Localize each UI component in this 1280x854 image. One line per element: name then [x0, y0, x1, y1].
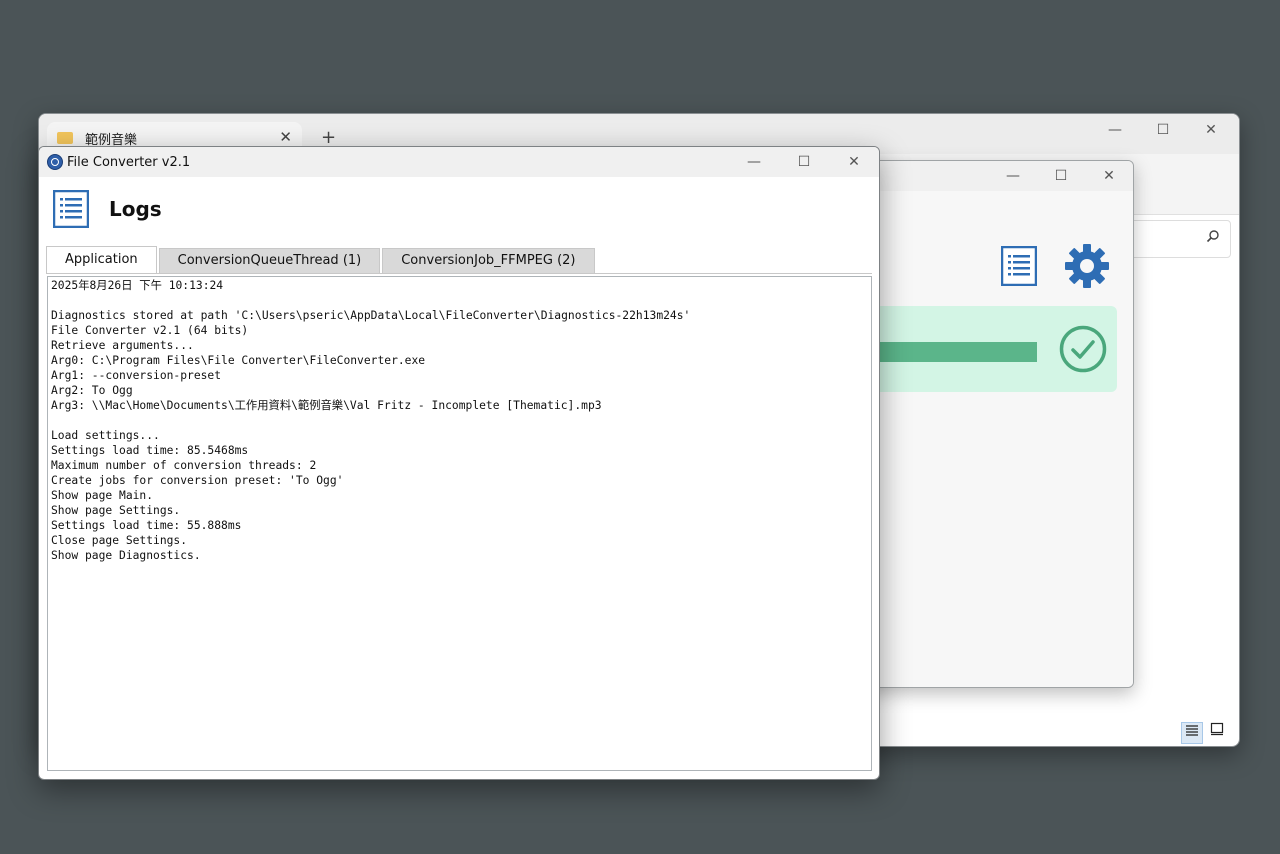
log-line: Load settings... — [51, 429, 160, 442]
log-line: Create jobs for conversion preset: 'To O… — [51, 474, 344, 487]
conversion-job-card — [861, 306, 1117, 392]
logs-icon[interactable] — [1001, 246, 1037, 286]
close-button[interactable]: ✕ — [829, 148, 879, 176]
check-circle-icon — [1059, 325, 1107, 373]
log-line: Arg3: \\Mac\Home\Documents\工作用資料\範例音樂\Va… — [51, 399, 602, 412]
logs-window-controls: — ☐ ✕ — [729, 148, 879, 176]
file-converter-main-window: — ☐ ✕ — [860, 160, 1134, 688]
log-line: Maximum number of conversion threads: 2 — [51, 459, 317, 472]
new-tab-button[interactable]: + — [321, 127, 336, 148]
tab-application[interactable]: Application — [46, 246, 157, 273]
view-buttons — [1181, 722, 1227, 744]
logs-icon — [53, 190, 89, 228]
tiles-view-icon[interactable] — [1207, 722, 1227, 742]
maximize-button[interactable]: ☐ — [779, 148, 829, 176]
logs-header: Logs — [53, 189, 162, 229]
fc-main-window-controls: — ☐ ✕ — [989, 162, 1133, 190]
tab-close-icon[interactable]: ✕ — [279, 128, 292, 146]
explorer-tab-title: 範例音樂 — [85, 132, 138, 148]
log-line: Close page Settings. — [51, 534, 188, 547]
fc-main-titlebar: — ☐ ✕ — [861, 161, 1133, 191]
log-line: Arg0: C:\Program Files\File Converter\Fi… — [51, 354, 426, 367]
page-title: Logs — [109, 197, 162, 221]
logs-titlebar: File Converter v2.1 — ☐ ✕ — [39, 147, 879, 177]
log-line: Settings load time: 85.5468ms — [51, 444, 249, 457]
tab-conversion-job-ffmpeg[interactable]: ConversionJob_FFMPEG (2) — [382, 248, 595, 273]
log-content: 2025年8月26日 下午 10:13:24 Diagnostics store… — [48, 277, 871, 564]
minimize-button[interactable]: — — [989, 162, 1037, 190]
log-line: Diagnostics stored at path 'C:\Users\pse… — [51, 309, 691, 322]
minimize-button[interactable]: — — [729, 148, 779, 176]
log-line: Show page Settings. — [51, 504, 181, 517]
folder-icon — [57, 132, 73, 144]
log-line: File Converter v2.1 (64 bits) — [51, 324, 249, 337]
fc-main-body — [861, 191, 1133, 687]
tab-divider — [46, 273, 872, 274]
log-line: Retrieve arguments... — [51, 339, 194, 352]
tab-conversion-queue-thread[interactable]: ConversionQueueThread (1) — [158, 248, 381, 273]
log-line: Show page Main. — [51, 489, 154, 502]
explorer-window-controls: — ☐ ✕ — [1091, 116, 1235, 144]
conversion-progress-bar — [861, 342, 1037, 362]
logs-window: File Converter v2.1 — ☐ ✕ Logs Applicati… — [38, 146, 880, 780]
close-button[interactable]: ✕ — [1187, 116, 1235, 144]
log-line: Settings load time: 55.888ms — [51, 519, 242, 532]
log-line: Show page Diagnostics. — [51, 549, 201, 562]
maximize-button[interactable]: ☐ — [1139, 116, 1187, 144]
close-button[interactable]: ✕ — [1085, 162, 1133, 190]
log-line: 2025年8月26日 下午 10:13:24 — [51, 279, 224, 292]
app-icon — [47, 154, 63, 170]
log-line: Arg1: --conversion-preset — [51, 369, 222, 382]
minimize-button[interactable]: — — [1091, 116, 1139, 144]
maximize-button[interactable]: ☐ — [1037, 162, 1085, 190]
gear-icon[interactable] — [1063, 242, 1111, 290]
window-title: File Converter v2.1 — [67, 154, 191, 170]
log-line: Arg2: To Ogg — [51, 384, 133, 397]
search-icon — [1206, 230, 1219, 243]
log-tabs: Application ConversionQueueThread (1) Co… — [46, 246, 595, 273]
log-textbox[interactable]: 2025年8月26日 下午 10:13:24 Diagnostics store… — [47, 276, 872, 771]
details-view-icon[interactable] — [1181, 722, 1203, 744]
